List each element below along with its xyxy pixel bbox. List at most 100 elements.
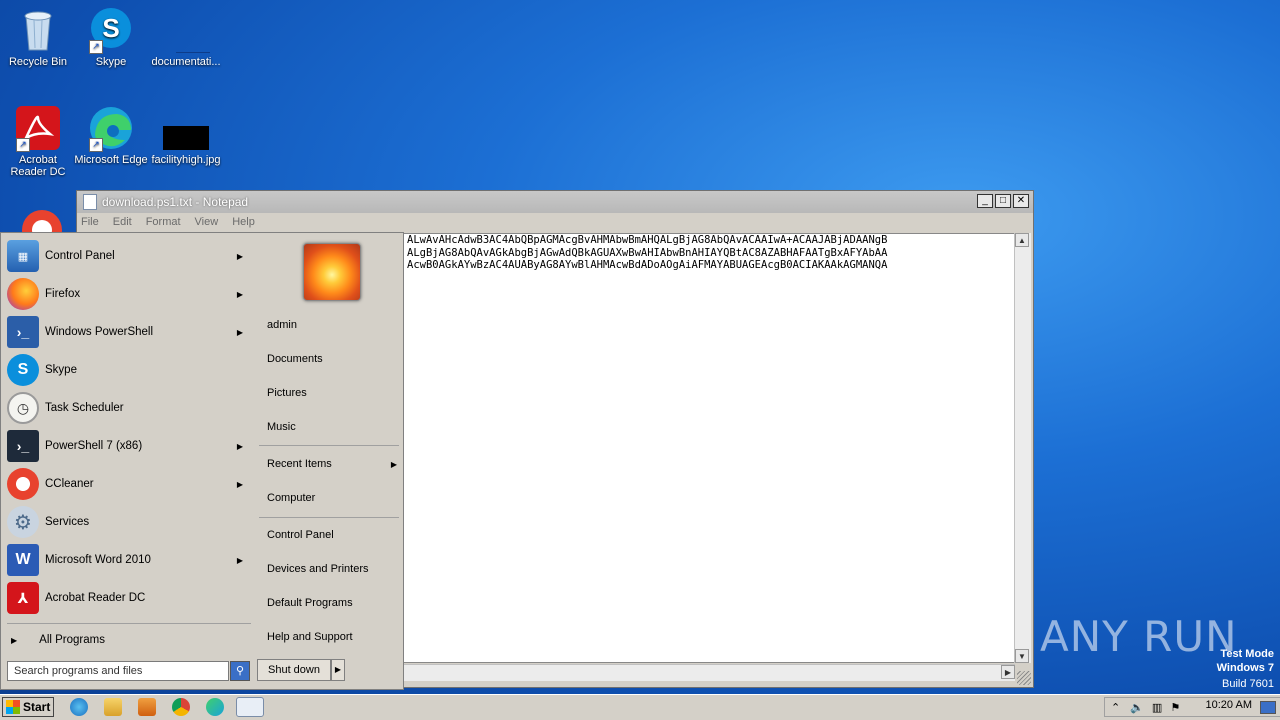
menu-file[interactable]: File [81, 216, 99, 228]
windows-logo-icon [6, 700, 20, 714]
start-button[interactable]: Start [2, 697, 54, 717]
desktop-icon-acrobat[interactable]: ↗ Acrobat Reader DC [0, 104, 76, 178]
user-avatar[interactable] [303, 243, 361, 301]
window-title: download.ps1.txt - Notepad [102, 195, 249, 209]
os-name-label: Windows 7 [1216, 662, 1274, 674]
start-item-label: PowerShell 7 (x86) [45, 440, 143, 452]
start-item-powershell-7[interactable]: ›_ PowerShell 7 (x86) ▶ [7, 429, 251, 463]
explorer-icon[interactable] [104, 698, 122, 716]
scroll-down-button[interactable]: ▼ [1015, 649, 1029, 663]
edge-icon[interactable] [206, 698, 224, 716]
clock-icon: ◷ [7, 392, 39, 424]
minimize-button[interactable]: _ [977, 194, 993, 208]
separator [259, 517, 399, 518]
close-button[interactable]: ✕ [1013, 194, 1029, 208]
scroll-right-button[interactable]: ▶ [1001, 665, 1015, 679]
menu-bar: File Edit Format View Help [77, 213, 1033, 231]
start-item-firefox[interactable]: Firefox ▶ [7, 277, 251, 311]
start-label: Start [23, 700, 51, 714]
edge-icon: ↗ [87, 104, 135, 152]
firefox-icon [7, 278, 39, 310]
search-input[interactable]: Search programs and files [7, 661, 229, 681]
all-programs-button[interactable]: ▶ All Programs [7, 625, 251, 655]
clock[interactable]: 10:20 AM [1206, 699, 1252, 711]
menu-view[interactable]: View [195, 216, 219, 228]
start-link-recent-items[interactable]: Recent Items ▶ [267, 458, 399, 470]
start-menu: ▦ Control Panel ▶ Firefox ▶ ›_ Windows P… [0, 232, 404, 690]
notepad-titlebar[interactable]: download.ps1.txt - Notepad [77, 191, 1033, 213]
menu-edit[interactable]: Edit [113, 216, 132, 228]
desktop-icon-label: Acrobat Reader DC [10, 154, 66, 178]
powershell-7-icon: ›_ [7, 430, 39, 462]
word-icon: W [7, 544, 39, 576]
network-icon[interactable]: ▥ [1152, 701, 1162, 714]
scroll-up-button[interactable]: ▲ [1015, 233, 1029, 247]
desktop-icon-facilityhigh[interactable]: facilityhigh.jpg [148, 104, 224, 166]
shortcut-arrow-icon: ↗ [16, 138, 30, 152]
submenu-arrow-icon: ▶ [236, 441, 243, 451]
start-link-documents[interactable]: Documents [267, 353, 323, 365]
start-item-label: Windows PowerShell [45, 326, 154, 338]
taskbar: Start ⌃ 🔈 ▥ ⚑ 10:20 AM [0, 694, 1280, 720]
system-tray: ⌃ 🔈 ▥ ⚑ [1104, 697, 1280, 717]
start-link-control-panel[interactable]: Control Panel [267, 529, 334, 541]
start-link-pictures[interactable]: Pictures [267, 387, 307, 399]
acrobat-icon: ↗ [14, 104, 62, 152]
desktop-icon-label: Recycle Bin [8, 56, 68, 68]
start-item-acrobat[interactable]: ⅄ Acrobat Reader DC [7, 581, 251, 615]
file-icon [162, 6, 222, 54]
desktop-icon-recycle-bin[interactable]: Recycle Bin [0, 6, 76, 68]
chrome-icon[interactable] [172, 698, 190, 716]
notepad-taskbar-icon[interactable] [236, 697, 264, 717]
start-item-control-panel[interactable]: ▦ Control Panel ▶ [7, 239, 251, 273]
ie-icon[interactable] [70, 698, 88, 716]
powershell-icon: ›_ [7, 316, 39, 348]
action-center-flag-icon[interactable]: ⚑ [1170, 701, 1180, 714]
desktop-icon-label: Microsoft Edge [74, 154, 148, 166]
menu-format[interactable]: Format [146, 216, 181, 228]
desktop-icon-edge[interactable]: ↗ Microsoft Edge [73, 104, 149, 166]
notepad-icon [83, 194, 97, 210]
media-player-icon[interactable] [138, 698, 156, 716]
start-item-services[interactable]: ⚙ Services [7, 505, 251, 539]
desktop-icon-documentation[interactable]: documentati... [148, 6, 224, 68]
separator [259, 445, 399, 446]
ccleaner-icon [7, 468, 39, 500]
all-programs-arrow-icon: ▶ [11, 635, 18, 645]
desktop-icon-skype[interactable]: S ↗ Skype [73, 6, 149, 68]
start-item-ccleaner[interactable]: CCleaner ▶ [7, 467, 251, 501]
start-item-windows-powershell[interactable]: ›_ Windows PowerShell ▶ [7, 315, 251, 349]
start-item-label: Skype [45, 364, 77, 376]
volume-icon[interactable]: 🔈 [1130, 701, 1144, 714]
start-link-admin[interactable]: admin [267, 319, 297, 331]
start-item-word[interactable]: W Microsoft Word 2010 ▶ [7, 543, 251, 577]
submenu-arrow-icon: ▶ [236, 327, 243, 337]
start-item-label: Control Panel [45, 250, 115, 262]
start-item-label: Task Scheduler [45, 402, 124, 414]
shutdown-button[interactable]: Shut down [257, 659, 331, 681]
all-programs-label: All Programs [39, 634, 105, 646]
start-link-default-programs[interactable]: Default Programs [267, 597, 353, 609]
resize-grip[interactable] [1017, 671, 1031, 685]
show-desktop-button[interactable] [1260, 701, 1276, 714]
menu-help[interactable]: Help [232, 216, 255, 228]
submenu-arrow-icon: ▶ [236, 289, 243, 299]
acrobat-icon: ⅄ [7, 582, 39, 614]
vertical-scrollbar[interactable]: ▲ ▼ [1014, 233, 1031, 663]
shutdown-options-button[interactable]: ▶ [331, 659, 345, 681]
start-link-help-support[interactable]: Help and Support [267, 631, 353, 643]
start-link-computer[interactable]: Computer [267, 492, 315, 504]
start-link-music[interactable]: Music [267, 421, 296, 433]
start-item-skype[interactable]: S Skype [7, 353, 251, 387]
ccleaner-desktop-icon[interactable] [22, 202, 62, 232]
start-link-devices-printers[interactable]: Devices and Printers [267, 563, 369, 575]
tray-expand-icon[interactable]: ⌃ [1111, 701, 1120, 714]
start-item-label: Services [45, 516, 90, 528]
search-icon[interactable]: ⚲ [230, 661, 250, 681]
desktop-icon-label: Skype [95, 56, 127, 68]
image-file-icon [162, 104, 210, 152]
start-item-task-scheduler[interactable]: ◷ Task Scheduler [7, 391, 251, 425]
anyrun-logo: ANY RUN [1040, 612, 1238, 661]
shortcut-arrow-icon: ↗ [89, 40, 103, 54]
maximize-button[interactable]: □ [995, 194, 1011, 208]
